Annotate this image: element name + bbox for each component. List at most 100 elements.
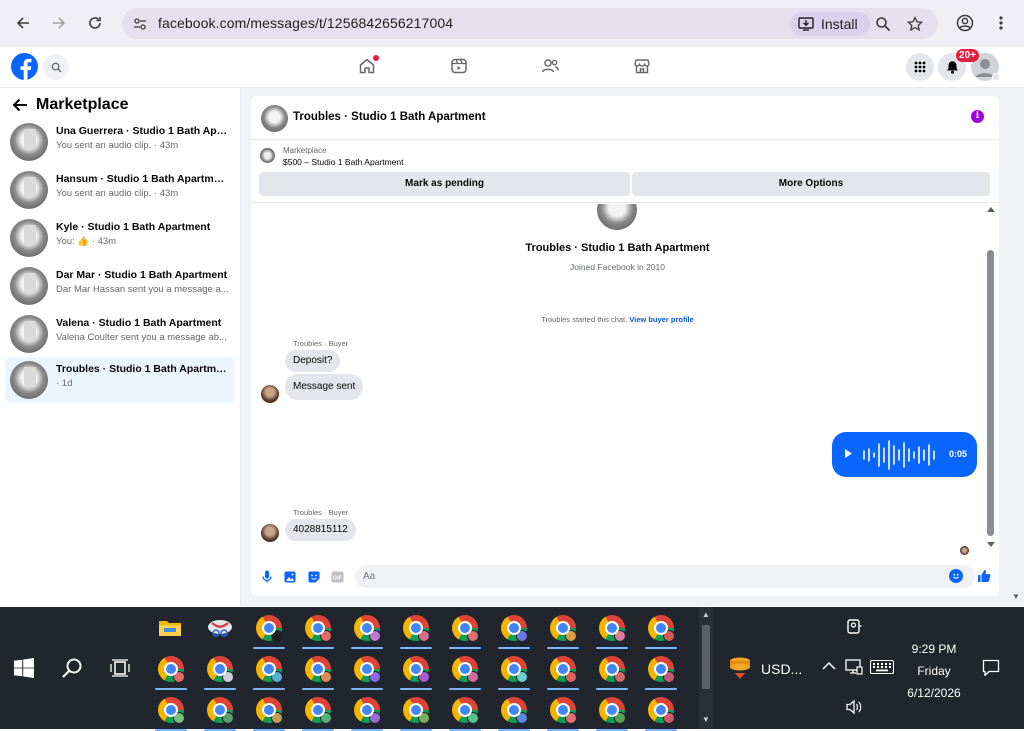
gif-icon[interactable]: GIF <box>331 570 344 583</box>
chrome-profile-taskbar-icon[interactable] <box>644 611 678 649</box>
chrome-profile-taskbar-icon[interactable] <box>448 693 482 731</box>
browser-menu-button[interactable] <box>989 11 1013 35</box>
chrome-profile-taskbar-icon[interactable] <box>497 652 531 690</box>
info-icon[interactable]: i <box>971 110 984 123</box>
start-button[interactable] <box>12 656 36 680</box>
chevron-up-icon[interactable] <box>822 661 836 671</box>
chrome-profile-taskbar-icon[interactable] <box>203 693 237 731</box>
emoji-icon[interactable] <box>949 569 963 583</box>
message-bubble[interactable]: Message sent <box>285 374 364 400</box>
back-button[interactable] <box>11 11 35 35</box>
chrome-profile-taskbar-icon[interactable] <box>497 611 531 649</box>
listing-thumbnail <box>10 361 48 399</box>
video-tab[interactable] <box>449 56 469 76</box>
message-input[interactable] <box>355 565 975 588</box>
taskbar-clock[interactable]: 9:29 PM Friday 6/12/2026 <box>890 638 978 704</box>
audio-message[interactable]: 0:05 <box>832 432 977 477</box>
search-button[interactable] <box>60 656 84 680</box>
reload-button[interactable] <box>83 11 107 35</box>
chrome-profile-taskbar-icon[interactable] <box>595 611 629 649</box>
message-bubble[interactable]: Deposit? <box>285 350 341 372</box>
thread-scrollbar[interactable] <box>985 204 996 556</box>
chrome-profile-taskbar-icon[interactable] <box>595 693 629 731</box>
chat-title[interactable]: Troubles · Studio 1 Bath Apartment <box>293 111 486 123</box>
conversation-item[interactable]: Kyle · Studio 1 Bath Apartment You: 👍 · … <box>5 215 235 261</box>
task-view-icon <box>110 659 130 677</box>
chrome-profile-taskbar-icon[interactable] <box>301 611 335 649</box>
network-icon[interactable] <box>845 659 863 675</box>
bookmark-star-icon[interactable] <box>906 15 924 33</box>
profile-avatar[interactable] <box>597 204 637 230</box>
taskbar-scrollbar[interactable]: ▲ ▼ <box>699 607 713 729</box>
chrome-profile-taskbar-icon[interactable] <box>644 693 678 731</box>
buyer-avatar[interactable] <box>261 385 279 403</box>
scroll-thumb[interactable] <box>702 625 710 689</box>
conversation-item[interactable]: Dar Mar · Studio 1 Bath Apartment Dar Ma… <box>5 263 235 309</box>
scroll-down-arrow-icon[interactable]: ▼ <box>702 715 710 724</box>
conversation-item[interactable]: Hansum · Studio 1 Bath Apartment You sen… <box>5 167 235 213</box>
snipping-tool-taskbar-icon[interactable] <box>203 611 237 645</box>
chrome-profile-taskbar-icon[interactable] <box>252 693 286 731</box>
message-bubble[interactable]: 4028815112 <box>285 519 356 541</box>
volume-icon[interactable] <box>845 699 863 715</box>
chrome-profile-taskbar-icon[interactable] <box>595 652 629 690</box>
chrome-profile-taskbar-icon[interactable] <box>350 611 384 649</box>
chrome-profile-taskbar-icon[interactable] <box>154 652 188 690</box>
facebook-search-button[interactable] <box>43 54 69 80</box>
scroll-up-arrow-icon[interactable]: ▲ <box>702 610 710 619</box>
chat-avatar[interactable] <box>261 105 288 132</box>
chrome-profile-taskbar-icon[interactable] <box>399 693 433 731</box>
scroll-thumb[interactable] <box>987 250 994 536</box>
currency-tray-label[interactable]: USD... <box>761 661 802 677</box>
more-options-button[interactable]: More Options <box>632 172 990 196</box>
chrome-profile-taskbar-icon[interactable] <box>497 693 531 731</box>
zoom-icon[interactable] <box>874 15 892 33</box>
menu-grid-button[interactable] <box>906 53 934 81</box>
chrome-profile-taskbar-icon[interactable] <box>252 652 286 690</box>
chrome-profile-taskbar-icon[interactable] <box>154 693 188 731</box>
chrome-profile-taskbar-icon[interactable] <box>546 652 580 690</box>
file-explorer-taskbar-icon[interactable] <box>153 611 187 645</box>
url-text[interactable]: facebook.com/messages/t/1256842656217004 <box>158 15 453 31</box>
facebook-logo-icon[interactable] <box>11 53 38 80</box>
thumbs-up-icon[interactable] <box>976 568 991 583</box>
chrome-profile-taskbar-icon[interactable] <box>350 652 384 690</box>
conversation-item[interactable]: Valena · Studio 1 Bath Apartment Valena … <box>5 311 235 357</box>
chrome-profile-taskbar-icon[interactable] <box>546 693 580 731</box>
chrome-profile-taskbar-icon[interactable] <box>350 693 384 731</box>
camera-icon[interactable] <box>845 618 863 636</box>
chrome-profile-taskbar-icon[interactable] <box>644 652 678 690</box>
marketplace-tab[interactable] <box>632 56 652 76</box>
chrome-profile-taskbar-icon[interactable] <box>399 611 433 649</box>
install-app-button[interactable]: Install <box>790 12 870 36</box>
page-scroll-down-icon[interactable]: ▼ <box>1012 592 1020 601</box>
chrome-profile-taskbar-icon[interactable] <box>546 611 580 649</box>
address-bar[interactable]: facebook.com/messages/t/1256842656217004… <box>122 8 938 39</box>
view-buyer-profile-link[interactable]: View buyer profile <box>629 315 693 324</box>
currency-app-icon[interactable] <box>727 656 753 682</box>
back-arrow-icon[interactable] <box>12 98 28 112</box>
groups-tab[interactable] <box>540 56 560 76</box>
conversation-item-active[interactable]: Troubles · Studio 1 Bath Apartment · 1d <box>5 357 235 403</box>
chrome-profile-taskbar-icon[interactable] <box>301 693 335 731</box>
sticker-icon[interactable] <box>307 570 320 583</box>
notification-center-icon[interactable] <box>982 659 1000 677</box>
account-chevron-icon[interactable] <box>992 73 1000 81</box>
conversation-item[interactable]: Una Guerrera · Studio 1 Bath Apart... Yo… <box>5 119 235 165</box>
listing-price-title[interactable]: $500 – Studio 1 Bath Apartment <box>283 157 404 167</box>
chrome-profile-taskbar-icon[interactable] <box>448 611 482 649</box>
forward-button[interactable] <box>47 11 71 35</box>
profile-button[interactable] <box>953 11 977 35</box>
chrome-profile-taskbar-icon[interactable] <box>399 652 433 690</box>
mark-as-pending-button[interactable]: Mark as pending <box>259 172 630 196</box>
chrome-profile-taskbar-icon[interactable] <box>448 652 482 690</box>
microphone-icon[interactable] <box>260 570 273 583</box>
task-view-button[interactable] <box>108 656 132 680</box>
chrome-profile-taskbar-icon[interactable] <box>203 652 237 690</box>
chrome-profile-taskbar-icon[interactable] <box>301 652 335 690</box>
site-info-icon[interactable] <box>129 13 151 35</box>
buyer-avatar[interactable] <box>261 524 279 542</box>
photo-icon[interactable] <box>283 570 296 583</box>
chrome-profile-taskbar-icon[interactable] <box>252 611 286 649</box>
listing-thumbnail[interactable] <box>260 148 275 163</box>
